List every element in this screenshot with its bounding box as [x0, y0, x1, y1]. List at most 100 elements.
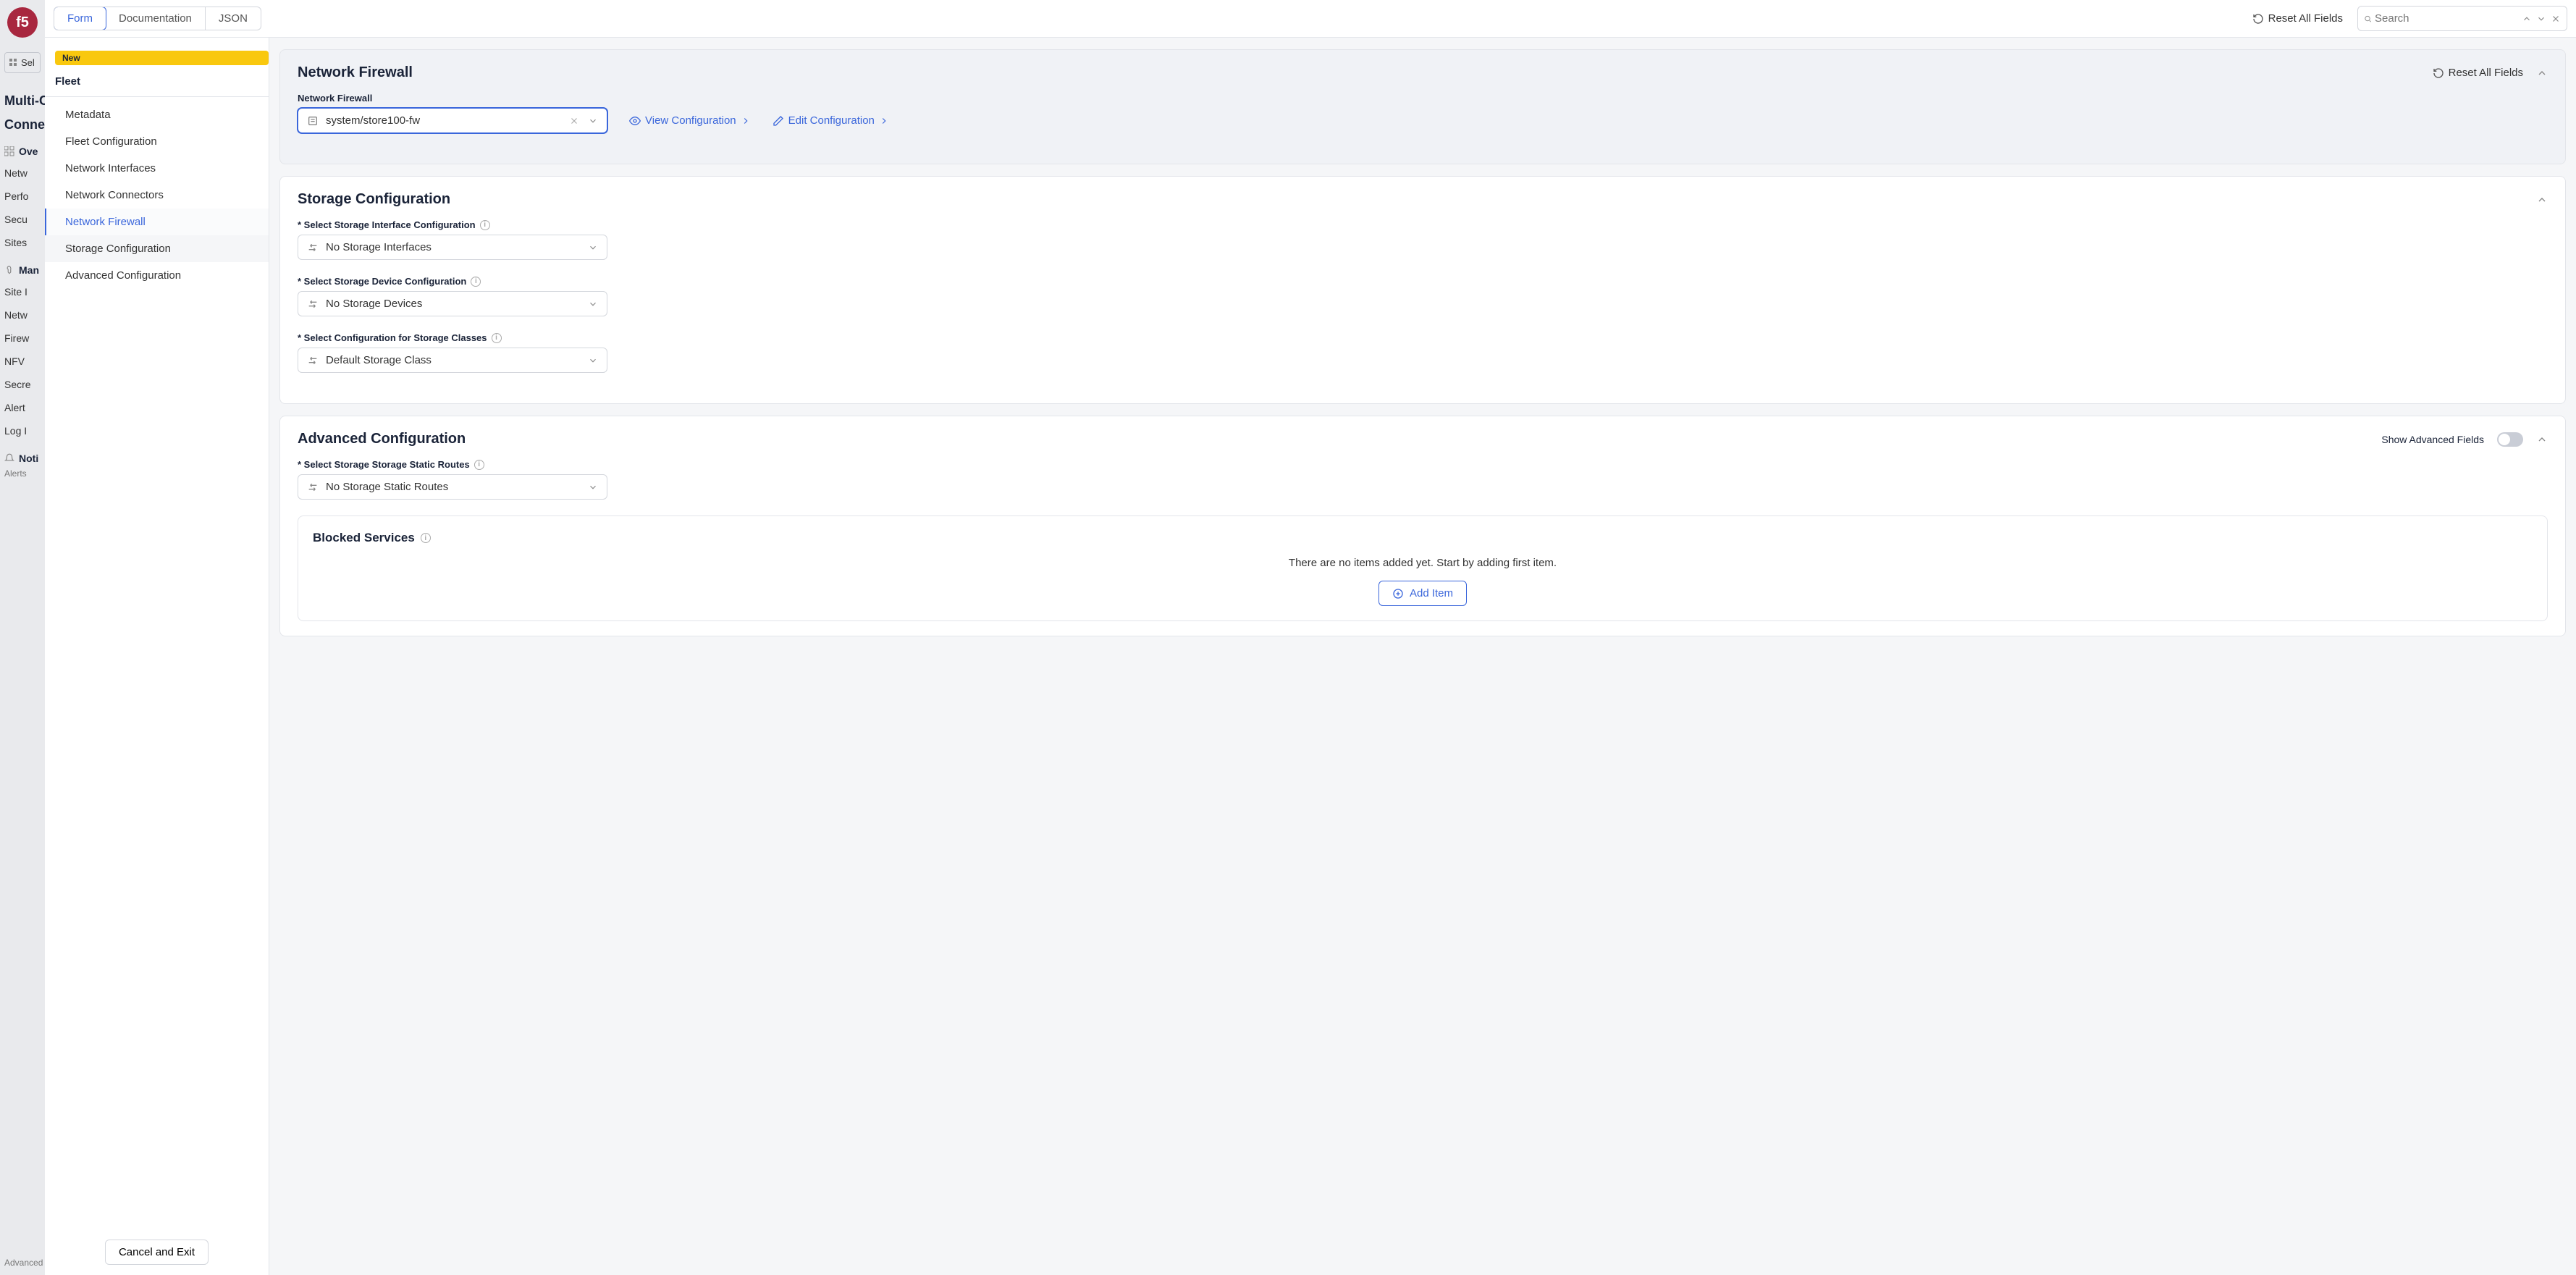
field-label-static-routes: * Select Storage Storage Static Routes i: [298, 459, 2548, 470]
show-advanced-toggle[interactable]: [2497, 432, 2523, 447]
info-icon[interactable]: i: [471, 277, 481, 287]
section-nav: New Fleet Metadata Fleet Configuration N…: [45, 38, 269, 1275]
bg-item: Site I: [0, 280, 45, 303]
nav-item-network-connectors[interactable]: Network Connectors: [45, 182, 269, 209]
bg-title-1: Multi-C: [0, 88, 45, 111]
undo-icon: [2433, 67, 2444, 79]
bg-item: Secu: [0, 208, 45, 231]
f5-logo: f5: [7, 7, 38, 38]
blocked-services-panel: Blocked Services i There are no items ad…: [298, 516, 2548, 621]
chevron-right-icon: [879, 116, 889, 126]
background-sidebar: f5 Sel Multi-C Connec Ove Netw Perfo Sec…: [0, 0, 45, 1275]
content-pane: Network Firewall Reset All Fields: [269, 38, 2576, 1275]
section-title-network-firewall: Network Firewall: [298, 64, 413, 81]
bg-select-service: Sel: [4, 52, 41, 73]
info-icon[interactable]: i: [474, 460, 484, 470]
topbar: Form Documentation JSON Reset All Fields: [45, 0, 2576, 38]
swap-icon: [307, 355, 319, 366]
new-badge: New: [55, 51, 269, 65]
nav-item-network-interfaces[interactable]: Network Interfaces: [45, 155, 269, 182]
nav-item-fleet-configuration[interactable]: Fleet Configuration: [45, 128, 269, 155]
bg-item: Log I: [0, 419, 45, 442]
chevron-down-icon[interactable]: [588, 116, 598, 126]
search-next-icon[interactable]: [2536, 14, 2546, 24]
search-input[interactable]: [2372, 9, 2522, 28]
bg-manage: Man: [0, 254, 45, 280]
blocked-services-title: Blocked Services i: [313, 531, 2533, 545]
pencil-icon: [773, 115, 784, 127]
blocked-services-empty: There are no items added yet. Start by a…: [313, 557, 2533, 569]
info-icon[interactable]: i: [480, 220, 490, 230]
undo-icon: [2252, 13, 2264, 25]
nav-item-network-firewall[interactable]: Network Firewall: [45, 209, 269, 235]
storage-interface-value: No Storage Interfaces: [326, 241, 581, 253]
collapse-icon[interactable]: [2536, 194, 2548, 206]
bg-item: Firew: [0, 327, 45, 350]
storage-device-value: No Storage Devices: [326, 298, 581, 310]
section-title-advanced: Advanced Configuration: [298, 431, 466, 447]
field-label-network-firewall: Network Firewall: [298, 93, 2548, 104]
plus-circle-icon: [1392, 588, 1404, 599]
field-label-storage-device: * Select Storage Device Configuration i: [298, 276, 2548, 287]
nav-item-storage-configuration[interactable]: Storage Configuration: [45, 235, 269, 262]
bg-title-2: Connec: [0, 111, 45, 135]
show-advanced-label: Show Advanced Fields: [2381, 434, 2484, 445]
chevron-down-icon[interactable]: [588, 243, 598, 253]
bg-alerts: Alerts: [0, 468, 45, 479]
network-firewall-select[interactable]: system/store100-fw: [298, 108, 607, 133]
static-routes-value: No Storage Static Routes: [326, 481, 581, 493]
swap-icon: [307, 242, 319, 253]
bg-item: Secre: [0, 373, 45, 396]
chevron-down-icon[interactable]: [588, 355, 598, 366]
nav-item-advanced-configuration[interactable]: Advanced Configuration: [45, 262, 269, 289]
swap-icon: [307, 298, 319, 310]
tab-form[interactable]: Form: [54, 7, 106, 30]
collapse-icon[interactable]: [2536, 67, 2548, 79]
bg-overview: Ove: [0, 135, 45, 161]
chevron-right-icon: [741, 116, 751, 126]
swap-icon: [307, 481, 319, 493]
reset-all-fields-top[interactable]: Reset All Fields: [2252, 12, 2343, 25]
bg-item: Netw: [0, 161, 45, 185]
search-prev-icon[interactable]: [2522, 14, 2532, 24]
tab-documentation[interactable]: Documentation: [106, 7, 206, 30]
storage-configuration-section: Storage Configuration * Select Storage I…: [279, 176, 2566, 404]
info-icon[interactable]: i: [492, 333, 502, 343]
collapse-icon[interactable]: [2536, 434, 2548, 445]
bg-item: Perfo: [0, 185, 45, 208]
chevron-down-icon[interactable]: [588, 299, 598, 309]
bg-notifications: Noti: [0, 442, 45, 468]
search-icon: [2364, 13, 2372, 25]
view-configuration-link[interactable]: View Configuration: [629, 114, 751, 127]
nav-heading: Fleet: [45, 65, 269, 97]
info-icon[interactable]: i: [421, 533, 431, 543]
reset-all-fields-section[interactable]: Reset All Fields: [2433, 67, 2523, 79]
storage-classes-value: Default Storage Class: [326, 354, 581, 366]
storage-classes-select[interactable]: Default Storage Class: [298, 348, 607, 373]
search-box[interactable]: [2357, 6, 2567, 31]
add-item-button[interactable]: Add Item: [1379, 581, 1467, 606]
view-tabs: Form Documentation JSON: [54, 7, 261, 30]
advanced-configuration-section: Advanced Configuration Show Advanced Fie…: [279, 416, 2566, 636]
clear-icon[interactable]: [569, 116, 579, 126]
storage-interface-select[interactable]: No Storage Interfaces: [298, 235, 607, 260]
bg-item: Netw: [0, 303, 45, 327]
bg-item: Alert: [0, 396, 45, 419]
field-label-storage-classes: * Select Configuration for Storage Class…: [298, 332, 2548, 343]
network-firewall-section: Network Firewall Reset All Fields: [279, 49, 2566, 164]
tab-json[interactable]: JSON: [206, 7, 261, 30]
cancel-and-exit-button[interactable]: Cancel and Exit: [105, 1240, 209, 1265]
chevron-down-icon[interactable]: [588, 482, 598, 492]
field-label-storage-interface: * Select Storage Interface Configuration…: [298, 219, 2548, 230]
static-routes-select[interactable]: No Storage Static Routes: [298, 474, 607, 500]
storage-device-select[interactable]: No Storage Devices: [298, 291, 607, 316]
bg-item: Sites: [0, 231, 45, 254]
search-close-icon[interactable]: [2551, 14, 2561, 24]
bg-item: NFV: [0, 350, 45, 373]
edit-configuration-link[interactable]: Edit Configuration: [773, 114, 889, 127]
object-icon: [307, 115, 319, 127]
network-firewall-value: system/store100-fw: [326, 114, 562, 127]
section-title-storage: Storage Configuration: [298, 191, 450, 208]
eye-icon: [629, 115, 641, 127]
nav-item-metadata[interactable]: Metadata: [45, 101, 269, 128]
